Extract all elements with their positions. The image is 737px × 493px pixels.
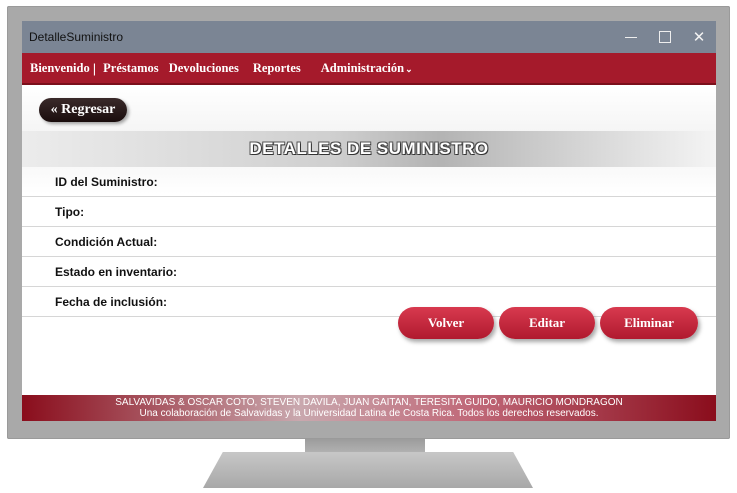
close-button[interactable]: ✕ xyxy=(682,21,716,53)
page-title: DETALLES DE SUMINISTRO xyxy=(249,139,489,158)
minimize-icon xyxy=(625,36,637,38)
footer-credits: SALVAVIDAS & OSCAR COTO, STEVEN DAVILA, … xyxy=(115,397,623,408)
editar-button[interactable]: Editar xyxy=(499,307,595,339)
title-bar: DetalleSuministro ✕ xyxy=(22,21,716,53)
nav-separator: | xyxy=(92,60,97,76)
main-nav: Bienvenido | Préstamos Devoluciones Repo… xyxy=(22,53,716,85)
detail-label: Tipo: xyxy=(55,204,85,219)
nav-devoluciones[interactable]: Devoluciones xyxy=(164,61,244,76)
back-button[interactable]: « Regresar xyxy=(39,98,127,122)
detail-row-estado: Estado en inventario: xyxy=(22,257,716,287)
chevron-down-icon: ⌄ xyxy=(405,63,413,74)
close-icon: ✕ xyxy=(692,29,706,46)
detail-row-condicion: Condición Actual: xyxy=(22,227,716,257)
detail-row-tipo: Tipo: xyxy=(22,197,716,227)
details-list: ID del Suministro: Tipo: Condición Actua… xyxy=(22,167,716,317)
detail-row-id: ID del Suministro: xyxy=(22,167,716,197)
window-title: DetalleSuministro xyxy=(29,30,124,44)
main-content: « Regresar DETALLES DE SUMINISTRO ID del… xyxy=(22,85,716,397)
minimize-button[interactable] xyxy=(614,21,648,53)
section-header: DETALLES DE SUMINISTRO xyxy=(22,131,716,167)
monitor-stand-base xyxy=(203,452,533,488)
footer-copyright: Una colaboración de Salvavidas y la Univ… xyxy=(139,408,599,419)
nav-prestamos[interactable]: Préstamos xyxy=(98,61,164,76)
nav-administracion[interactable]: Administración⌄ xyxy=(316,61,418,76)
detail-label: Estado en inventario: xyxy=(55,264,178,279)
volver-button[interactable]: Volver xyxy=(398,307,494,339)
nav-reportes[interactable]: Reportes xyxy=(248,61,306,76)
detail-label: Fecha de inclusión: xyxy=(55,294,168,309)
nav-administracion-label: Administración xyxy=(320,60,405,75)
footer: SALVAVIDAS & OSCAR COTO, STEVEN DAVILA, … xyxy=(22,395,716,421)
detail-label: Condición Actual: xyxy=(55,234,158,249)
maximize-icon xyxy=(659,31,671,43)
app-window: DetalleSuministro ✕ Bienvenido | Préstam… xyxy=(22,21,716,421)
nav-bienvenido[interactable]: Bienvenido xyxy=(22,61,95,76)
eliminar-button[interactable]: Eliminar xyxy=(600,307,698,339)
detail-label: ID del Suministro: xyxy=(55,174,158,189)
maximize-button[interactable] xyxy=(648,21,682,53)
